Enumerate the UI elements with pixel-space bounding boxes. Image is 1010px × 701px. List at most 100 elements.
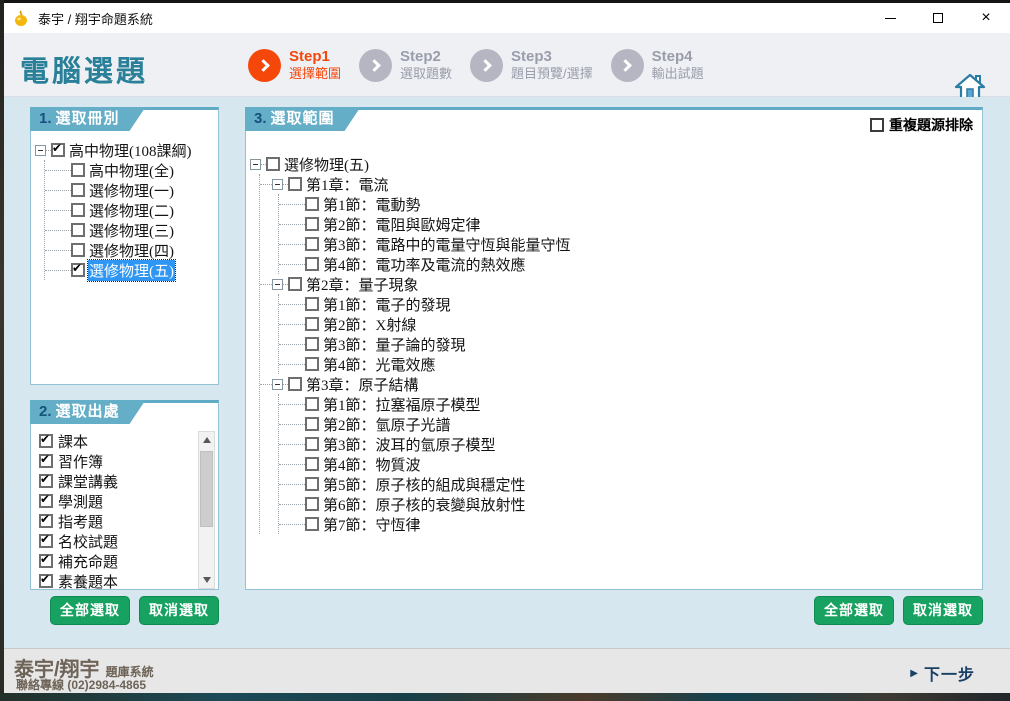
tree-item[interactable]: 選修物理(五) [45,260,218,280]
tree-item[interactable]: 第3節：量子論的發現 [279,334,982,354]
tree-item-label[interactable]: 第4節：物質波 [322,454,422,475]
scroll-up-icon[interactable] [199,432,214,448]
checkbox[interactable] [288,277,302,291]
tree-item[interactable]: 第5節：原子核的組成與穩定性 [279,474,982,494]
checkbox[interactable] [39,454,53,468]
collapse-icon[interactable] [250,159,261,170]
list-item[interactable]: 課本 [34,431,215,451]
tree-item[interactable]: 第3節：電路中的電量守恆與能量守恆 [279,234,982,254]
checkbox[interactable] [305,417,319,431]
tree-item-label[interactable]: 高中物理(全) [88,160,175,181]
list-item[interactable]: 補充命題 [34,551,215,571]
tree-item[interactable]: 第2節：電阻與歐姆定律 [279,214,982,234]
checkbox[interactable] [305,357,319,371]
scroll-down-icon[interactable] [199,572,214,588]
tree-item[interactable]: 第6節：原子核的衰變與放射性 [279,494,982,514]
list-item-label[interactable]: 課本 [58,431,88,452]
checkbox[interactable] [71,163,85,177]
tree-item[interactable]: 第4節：光電效應 [279,354,982,374]
tree-item-label[interactable]: 第1節：電子的發現 [322,294,452,315]
checkbox[interactable] [305,257,319,271]
tree-item-label[interactable]: 第2章：量子現象 [305,274,420,295]
deselect-all-button[interactable]: 取消選取 [139,596,219,625]
checkbox[interactable] [71,243,85,257]
list-item[interactable]: 指考題 [34,511,215,531]
tree-item-label[interactable]: 第6節：原子核的衰變與放射性 [322,494,527,515]
checkbox[interactable] [288,377,302,391]
tree-item-label[interactable]: 第2節：X射線 [322,314,417,335]
checkbox[interactable] [71,183,85,197]
list-item[interactable]: 課堂講義 [34,471,215,491]
select-all-button[interactable]: 全部選取 [50,596,130,625]
tree-item[interactable]: 第4節：物質波 [279,454,982,474]
checkbox[interactable] [305,317,319,331]
tree-item[interactable]: 高中物理(全) [45,160,218,180]
tree-item-label[interactable]: 第5節：原子核的組成與穩定性 [322,474,527,495]
checkbox[interactable] [266,157,280,171]
tree-item[interactable]: 選修物理(一) [45,180,218,200]
duplicate-filter[interactable]: 重複題源排除 [870,115,973,135]
collapse-icon[interactable] [272,379,283,390]
tree-item[interactable]: 第1節：電動勢 [279,194,982,214]
deselect-all-button[interactable]: 取消選取 [903,596,983,625]
collapse-icon[interactable] [272,279,283,290]
minimize-button[interactable] [866,3,914,33]
list-item[interactable]: 習作簿 [34,451,215,471]
tree-item-label[interactable]: 選修物理(五) [283,154,370,175]
checkbox[interactable] [39,574,53,588]
tree-item-label[interactable]: 第1節：拉塞福原子模型 [322,394,482,415]
checkbox[interactable] [71,223,85,237]
select-all-button[interactable]: 全部選取 [814,596,894,625]
tree-item[interactable]: 第2章：量子現象 [260,274,982,294]
tree-item[interactable]: 選修物理(三) [45,220,218,240]
checkbox[interactable] [51,143,65,157]
tree-item-label[interactable]: 第2節：電阻與歐姆定律 [322,214,482,235]
checkbox[interactable] [305,477,319,491]
tree-item-label[interactable]: 選修物理(一) [88,180,175,201]
duplicate-filter-checkbox[interactable] [870,118,884,132]
tree-item[interactable]: 選修物理(五) [250,154,982,174]
checkbox[interactable] [39,494,53,508]
checkbox[interactable] [39,474,53,488]
checkbox[interactable] [305,457,319,471]
tree-item[interactable]: 第3節：波耳的氫原子模型 [279,434,982,454]
list-item-label[interactable]: 學測題 [58,491,103,512]
collapse-icon[interactable] [35,145,46,156]
tree-item-label[interactable]: 第1節：電動勢 [322,194,422,215]
list-item-label[interactable]: 課堂講義 [58,471,118,492]
checkbox[interactable] [39,554,53,568]
list-item-label[interactable]: 素養題本 [58,571,118,590]
close-button[interactable]: × [962,3,1010,33]
maximize-button[interactable] [914,3,962,33]
tree-item-label[interactable]: 第3節：量子論的發現 [322,334,467,355]
tree-item[interactable]: 高中物理(108課綱) [35,140,218,160]
scrollbar-thumb[interactable] [200,451,213,527]
checkbox[interactable] [288,177,302,191]
tree-item[interactable]: 第7節：守恆律 [279,514,982,534]
list-item-label[interactable]: 名校試題 [58,531,118,552]
tree-item[interactable]: 第3章：原子結構 [260,374,982,394]
tree-item-label[interactable]: 第3節：波耳的氫原子模型 [322,434,497,455]
tree-item-label[interactable]: 選修物理(二) [88,200,175,221]
tree-item-label[interactable]: 第4節：電功率及電流的熱效應 [322,254,527,275]
tree-item-label[interactable]: 第4節：光電效應 [322,354,437,375]
next-step-button[interactable]: ▶ 下一步 [910,661,975,685]
collapse-icon[interactable] [272,179,283,190]
checkbox[interactable] [305,237,319,251]
checkbox[interactable] [39,514,53,528]
list-item[interactable]: 學測題 [34,491,215,511]
tree-item-label[interactable]: 第7節：守恆律 [322,514,422,535]
tree-item[interactable]: 選修物理(二) [45,200,218,220]
tree-item-label[interactable]: 第2節：氫原子光譜 [322,414,452,435]
checkbox[interactable] [71,263,85,277]
checkbox[interactable] [39,534,53,548]
list-item[interactable]: 素養題本 [34,571,215,589]
source-list-scrollbar[interactable] [198,431,215,589]
tree-item-label[interactable]: 選修物理(四) [88,240,175,261]
list-item[interactable]: 名校試題 [34,531,215,551]
checkbox[interactable] [305,297,319,311]
list-item-label[interactable]: 補充命題 [58,551,118,572]
checkbox[interactable] [39,434,53,448]
list-item-label[interactable]: 指考題 [58,511,103,532]
checkbox[interactable] [305,437,319,451]
